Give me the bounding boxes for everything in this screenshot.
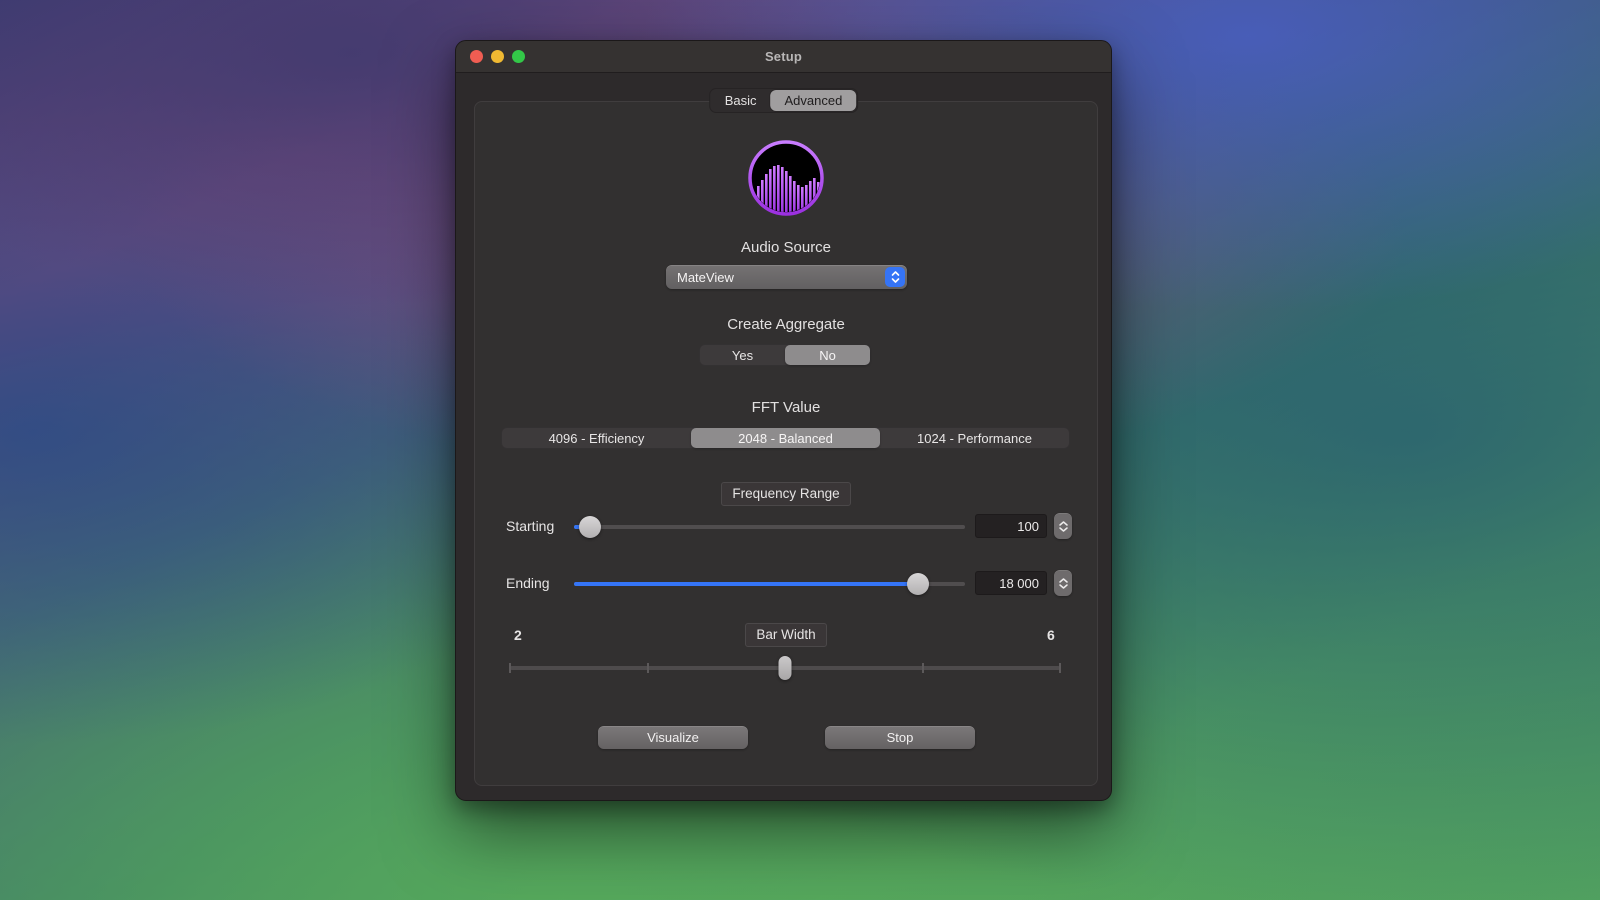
audio-source-popup[interactable]: MateView	[666, 265, 907, 289]
ending-slider-fill	[574, 582, 918, 586]
fft-segmented: 4096 - Efficiency 2048 - Balanced 1024 -…	[501, 427, 1070, 449]
minimize-button[interactable]	[491, 50, 504, 63]
create-aggregate-label: Create Aggregate	[475, 316, 1097, 333]
ending-row: Ending 18 000	[475, 571, 1099, 597]
popup-chevrons-icon	[885, 267, 905, 287]
titlebar[interactable]: Setup	[456, 41, 1111, 73]
audio-source-label: Audio Source	[475, 239, 1097, 256]
stop-button[interactable]: Stop	[825, 726, 975, 749]
frequency-range-label: Frequency Range	[721, 482, 850, 506]
starting-slider-knob[interactable]	[579, 516, 601, 538]
tab-strip: Basic Advanced	[709, 88, 859, 113]
segment-no[interactable]: No	[785, 345, 870, 365]
ending-value-field[interactable]: 18 000	[975, 571, 1047, 595]
audio-visualizer-icon	[746, 138, 826, 218]
bar-width-tick	[509, 663, 511, 673]
segment-1024-performance[interactable]: 1024 - Performance	[880, 428, 1069, 448]
stepper-down-icon	[1059, 584, 1068, 589]
audio-source-value: MateView	[666, 270, 885, 285]
bar-width-knob[interactable]	[779, 656, 792, 680]
starting-label: Starting	[506, 518, 554, 534]
window-title: Setup	[765, 49, 802, 64]
fft-value-label: FFT Value	[475, 399, 1097, 416]
close-button[interactable]	[470, 50, 483, 63]
starting-value-field[interactable]: 100	[975, 514, 1047, 538]
tab-advanced[interactable]: Advanced	[770, 90, 856, 111]
bar-width-tick	[922, 663, 924, 673]
ending-label: Ending	[506, 575, 550, 591]
segment-2048-balanced[interactable]: 2048 - Balanced	[691, 428, 880, 448]
ending-slider-knob[interactable]	[907, 573, 929, 595]
bar-width-tick	[647, 663, 649, 673]
segment-yes[interactable]: Yes	[700, 345, 785, 365]
bar-width-tick	[1059, 663, 1061, 673]
starting-stepper[interactable]	[1054, 513, 1072, 539]
stepper-down-icon	[1059, 527, 1068, 532]
stepper-up-icon	[1059, 578, 1068, 583]
segment-4096-efficiency[interactable]: 4096 - Efficiency	[502, 428, 691, 448]
zoom-button[interactable]	[512, 50, 525, 63]
tab-basic[interactable]: Basic	[711, 90, 771, 111]
bar-width-slider[interactable]	[510, 657, 1060, 679]
starting-slider[interactable]	[574, 525, 965, 529]
ending-slider[interactable]	[574, 582, 965, 586]
starting-row: Starting 100	[475, 514, 1099, 540]
settings-panel: Audio Source MateView Create Aggregate Y…	[474, 101, 1098, 786]
stepper-up-icon	[1059, 521, 1068, 526]
setup-window: Setup Basic Advanced	[455, 40, 1112, 801]
create-aggregate-segmented: Yes No	[699, 344, 871, 366]
traffic-lights	[470, 50, 525, 63]
bar-width-label: Bar Width	[745, 623, 826, 647]
visualize-button[interactable]: Visualize	[598, 726, 748, 749]
ending-stepper[interactable]	[1054, 570, 1072, 596]
